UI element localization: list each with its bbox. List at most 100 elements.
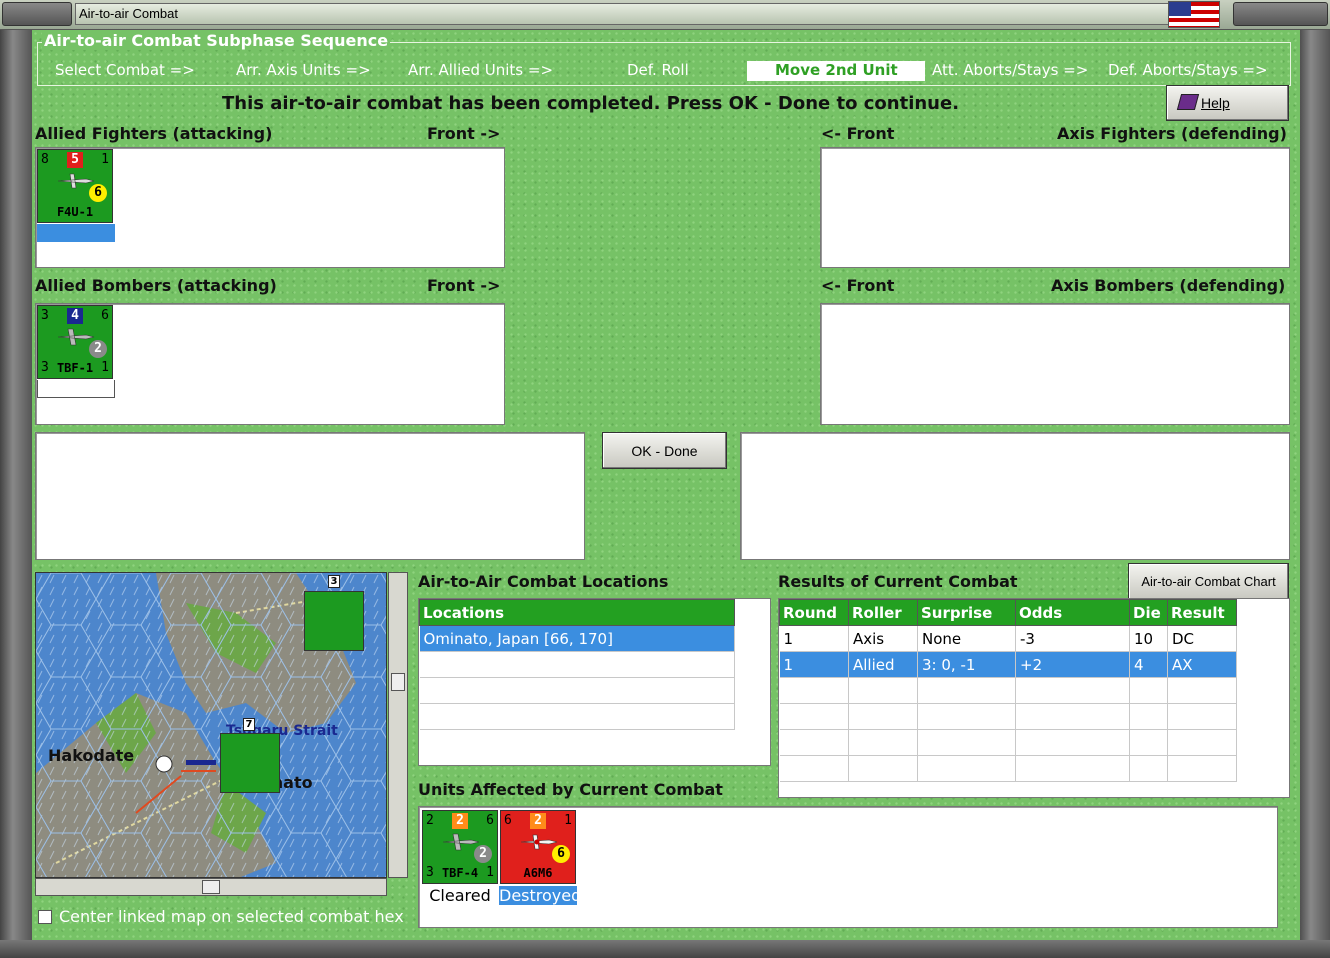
unit-name: A6M6 [523,866,553,880]
result-cell: AX [1167,651,1237,678]
result-row[interactable]: 1 Allied 3: 0, -1 +2 4 AX [779,651,1237,678]
map-unit-f4u[interactable] [220,733,280,793]
step-arr-allied: Arr. Allied Units => [408,61,554,79]
allied-fighters-box[interactable]: 8 5 1 6 F4U-1 [35,147,505,268]
unit-status-cleared: Cleared [429,886,491,905]
front-label-1: Front -> [427,124,501,143]
front-label-4: <- Front [821,276,895,295]
unit-slot-footer [37,380,115,398]
result-cell: 10 [1129,625,1168,652]
step-arr-axis: Arr. Axis Units => [236,61,371,79]
status-message: This air-to-air combat has been complete… [222,93,960,114]
counter-circle: 6 [89,184,107,202]
axis-bombers-label: Axis Bombers (defending) [1051,276,1286,295]
front-label-2: <- Front [821,124,895,143]
unit-name: F4U-1 [56,205,94,219]
axis-fighters-label: Axis Fighters (defending) [1057,124,1287,143]
allied-bombers-box[interactable]: 3 4 6 2 3 TBF-1 1 [35,303,505,425]
col-round: Round [779,599,849,626]
book-icon [1176,94,1200,110]
counter-circle: 2 [89,340,107,358]
counter-value: 5 [67,152,83,168]
selection-bar [37,224,115,242]
col-die: Die [1129,599,1168,626]
center-map-checkbox-label[interactable]: Center linked map on selected combat hex [59,907,404,926]
window-menu-button[interactable] [2,2,72,26]
counter-value: 4 [67,308,83,324]
result-cell: +2 [1015,651,1130,678]
col-result: Result [1167,599,1237,626]
location-cell: Ominato, Japan [66, 170] [419,625,735,652]
counter-value: 2 [426,813,434,828]
ok-done-button[interactable]: OK - Done [602,432,727,469]
front-label-3: Front -> [427,276,501,295]
location-cell-empty [419,651,735,678]
counter-value: 2 [452,813,468,829]
air-combat-chart-button[interactable]: Air-to-air Combat Chart [1128,563,1289,600]
axis-fighters-box[interactable] [820,147,1290,268]
locations-table[interactable]: Locations Ominato, Japan [66, 170] [418,598,771,766]
location-row[interactable]: Ominato, Japan [66, 170] [419,625,735,652]
results-table[interactable]: Round Roller Surprise Odds Die Result 1 … [778,598,1290,798]
help-button[interactable]: Help [1166,85,1289,121]
result-cell: -3 [1015,625,1130,652]
counter-circle: 6 [552,845,570,863]
result-cell: Allied [848,651,918,678]
frame-right [1298,30,1330,958]
result-cell: DC [1167,625,1237,652]
step-def-aborts: Def. Aborts/Stays => [1108,61,1268,79]
allied-bombers-label: Allied Bombers (attacking) [35,276,277,295]
counter-circle: 2 [474,845,492,863]
step-def-roll: Def. Roll [627,61,689,79]
counter-value: 1 [486,865,494,880]
frame-left [0,30,32,958]
results-heading: Results of Current Combat [778,572,1018,591]
unit-counter-f4u-1[interactable]: 8 5 1 6 F4U-1 [37,149,113,223]
map-stack-number: 3 [328,575,340,588]
counter-value: 1 [564,813,572,828]
frame-bottom [0,940,1330,958]
step-att-aborts: Att. Aborts/Stays => [932,61,1089,79]
map-label-hakodate: Hakodate [48,746,135,765]
counter-value: 3 [41,308,49,323]
location-cell-empty [419,677,735,704]
help-label: Help [1201,95,1230,111]
unit-status-destroyed: Destroyed [499,886,582,905]
step-move-2nd-unit: Move 2nd Unit [747,61,925,81]
counter-value: 1 [101,360,109,375]
allied-info-box [35,432,585,560]
counter-value: 6 [486,813,494,828]
counter-value: 1 [101,152,109,167]
unit-counter-a6m6[interactable]: 6 2 1 6 A6M6 [500,810,576,884]
map-horizontal-scrollbar[interactable] [35,878,387,896]
result-cell: Axis [848,625,918,652]
affected-units-box[interactable]: 2 2 6 2 3 TBF-4 1 Cleared 6 2 1 6 A6M6 D… [418,806,1278,928]
window-titlebar: Air-to-air Combat [0,0,1330,30]
unit-counter-tbf-4[interactable]: 2 2 6 2 3 TBF-4 1 [422,810,498,884]
map-scroll-thumb[interactable] [391,673,405,691]
counter-value: 6 [101,308,109,323]
affected-heading: Units Affected by Current Combat [418,780,723,799]
map-scroll-thumb[interactable] [202,880,220,894]
sequence-title: Air-to-air Combat Subphase Sequence [42,31,391,50]
result-cell: 1 [779,625,849,652]
result-row[interactable]: 1 Axis None -3 10 DC [779,625,1237,652]
step-select-combat: Select Combat => [55,61,195,79]
unit-counter-tbf-1[interactable]: 3 4 6 2 3 TBF-1 1 [37,305,113,379]
window-title: Air-to-air Combat [79,6,178,21]
col-surprise: Surprise [917,599,1016,626]
window-close-button[interactable] [1233,2,1328,26]
main-panel: Air-to-air Combat Subphase Sequence Sele… [32,30,1300,940]
axis-bombers-box[interactable] [820,303,1290,425]
map-unit-tbf[interactable] [304,591,364,651]
linked-map[interactable]: Hakodate Tsugaru Strait Ominato 3 7 [35,572,387,878]
result-cell: 1 [779,651,849,678]
locations-column-header: Locations [419,599,735,626]
map-vertical-scrollbar[interactable] [388,572,408,878]
center-map-checkbox[interactable] [38,910,52,924]
axis-info-box [740,432,1290,560]
locations-heading: Air-to-Air Combat Locations [418,572,669,591]
us-flag-icon [1168,1,1220,28]
result-cell: 4 [1129,651,1168,678]
col-roller: Roller [848,599,918,626]
